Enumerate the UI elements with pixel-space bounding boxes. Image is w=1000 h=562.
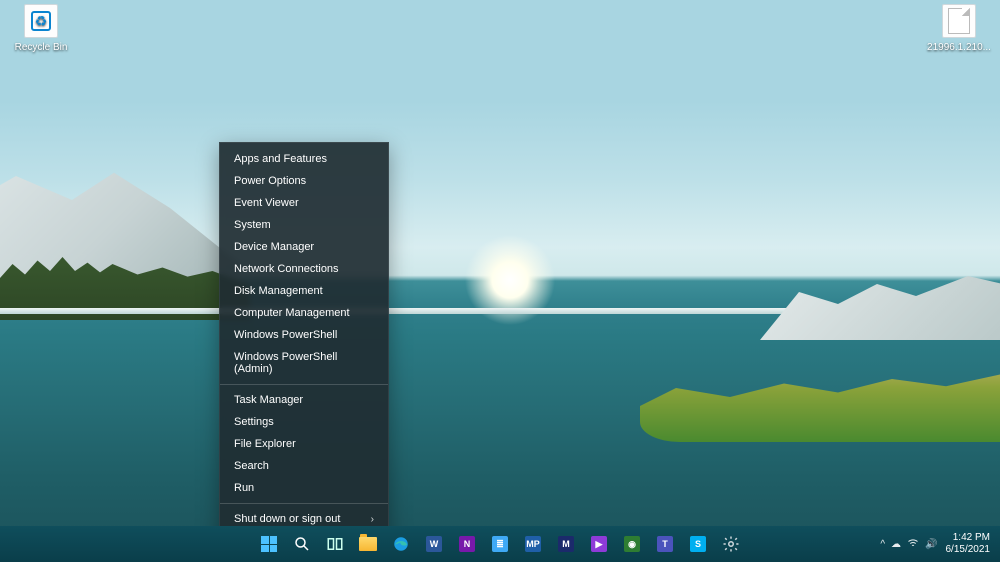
tray-chevron-icon[interactable]: ^ bbox=[880, 539, 885, 550]
winx-item-search[interactable]: Search bbox=[220, 455, 388, 477]
winx-item-file-explorer[interactable]: File Explorer bbox=[220, 433, 388, 455]
winx-item-device-manager[interactable]: Device Manager bbox=[220, 236, 388, 258]
winx-item-label: Disk Management bbox=[234, 285, 323, 297]
taskbar-word[interactable]: W bbox=[420, 530, 448, 558]
edge-icon bbox=[392, 535, 410, 553]
mp-app-icon: MP bbox=[525, 536, 541, 552]
menu-separator bbox=[220, 503, 388, 504]
globe-app-icon: ◉ bbox=[624, 536, 640, 552]
winx-item-label: Search bbox=[234, 460, 269, 472]
taskbar-clock[interactable]: 1:42 PM 6/15/2021 bbox=[946, 532, 995, 556]
taskbar-settings[interactable] bbox=[717, 530, 745, 558]
skype-icon: S bbox=[690, 536, 706, 552]
taskbar-globe-app[interactable]: ◉ bbox=[618, 530, 646, 558]
desktop-icon-label: Recycle Bin bbox=[4, 42, 78, 53]
winx-item-task-manager[interactable]: Task Manager bbox=[220, 389, 388, 411]
winx-item-settings[interactable]: Settings bbox=[220, 411, 388, 433]
taskbar-start[interactable] bbox=[255, 530, 283, 558]
winx-item-run[interactable]: Run bbox=[220, 477, 388, 499]
onenote-icon: N bbox=[459, 536, 475, 552]
taskbar-file-explorer[interactable] bbox=[354, 530, 382, 558]
winx-item-label: Network Connections bbox=[234, 263, 339, 275]
winx-item-power-options[interactable]: Power Options bbox=[220, 170, 388, 192]
notepad-icon: ≣ bbox=[492, 536, 508, 552]
winx-item-network-connections[interactable]: Network Connections bbox=[220, 258, 388, 280]
taskbar-edge[interactable] bbox=[387, 530, 415, 558]
task-view-icon bbox=[326, 535, 344, 553]
mixer-icon: M bbox=[558, 536, 574, 552]
clock-date: 6/15/2021 bbox=[946, 544, 991, 556]
clock-time: 1:42 PM bbox=[946, 532, 991, 544]
winx-context-menu: Apps and Features Power Options Event View… bbox=[219, 142, 389, 558]
winx-item-label: System bbox=[234, 219, 271, 231]
taskbar-media[interactable]: ▶ bbox=[585, 530, 613, 558]
recycle-bin-icon bbox=[24, 4, 58, 38]
winx-item-apps-and-features[interactable]: Apps and Features bbox=[220, 148, 388, 170]
winx-item-label: Task Manager bbox=[234, 394, 303, 406]
taskbar-onenote[interactable]: N bbox=[453, 530, 481, 558]
wallpaper-mountain-right bbox=[760, 260, 1000, 340]
taskbar-mp-app[interactable]: MP bbox=[519, 530, 547, 558]
desktop-icon-recycle-bin[interactable]: Recycle Bin bbox=[4, 4, 78, 53]
winx-item-label: Computer Management bbox=[234, 307, 350, 319]
media-icon: ▶ bbox=[591, 536, 607, 552]
winx-item-windows-powershell[interactable]: Windows PowerShell bbox=[220, 324, 388, 346]
winx-item-event-viewer[interactable]: Event Viewer bbox=[220, 192, 388, 214]
winx-item-label: Windows PowerShell bbox=[234, 329, 337, 341]
winx-item-disk-management[interactable]: Disk Management bbox=[220, 280, 388, 302]
network-icon[interactable] bbox=[907, 537, 919, 552]
system-tray: ^ ☁ 🔊 bbox=[880, 537, 937, 552]
desktop-icon-label: 21996.1.210... bbox=[922, 42, 996, 53]
folder-icon bbox=[359, 537, 377, 551]
winx-item-label: File Explorer bbox=[234, 438, 296, 450]
taskbar-mixer[interactable]: M bbox=[552, 530, 580, 558]
windows-logo-icon bbox=[261, 536, 277, 552]
winx-item-label: Settings bbox=[234, 416, 274, 428]
winx-item-windows-powershell-admin-[interactable]: Windows PowerShell (Admin) bbox=[220, 346, 388, 380]
taskbar-skype[interactable]: S bbox=[684, 530, 712, 558]
taskbar-right: ^ ☁ 🔊 1:42 PM 6/15/2021 bbox=[880, 532, 994, 556]
desktop-icon-file[interactable]: 21996.1.210... bbox=[922, 4, 996, 53]
winx-item-label: Device Manager bbox=[234, 241, 314, 253]
taskbar-search[interactable] bbox=[288, 530, 316, 558]
winx-item-label: Shut down or sign out bbox=[234, 513, 340, 525]
taskbar-center: W N ≣ MP M ▶ ◉ T S bbox=[255, 530, 745, 558]
search-icon bbox=[293, 535, 311, 553]
taskbar-task-view[interactable] bbox=[321, 530, 349, 558]
winx-item-label: Windows PowerShell (Admin) bbox=[234, 351, 374, 375]
taskbar-notepad[interactable]: ≣ bbox=[486, 530, 514, 558]
gear-icon bbox=[722, 535, 740, 553]
teams-icon: T bbox=[657, 536, 673, 552]
winx-item-computer-management[interactable]: Computer Management bbox=[220, 302, 388, 324]
file-icon bbox=[942, 4, 976, 38]
menu-separator bbox=[220, 384, 388, 385]
winx-item-system[interactable]: System bbox=[220, 214, 388, 236]
chevron-right-icon: › bbox=[371, 514, 374, 525]
desktop[interactable]: Recycle Bin 21996.1.210... Apps and Feat… bbox=[0, 0, 1000, 562]
volume-icon[interactable]: 🔊 bbox=[925, 539, 937, 550]
onedrive-icon[interactable]: ☁ bbox=[891, 539, 901, 550]
taskbar-teams[interactable]: T bbox=[651, 530, 679, 558]
winx-item-label: Apps and Features bbox=[234, 153, 327, 165]
winx-item-label: Power Options bbox=[234, 175, 306, 187]
word-icon: W bbox=[426, 536, 442, 552]
winx-item-label: Event Viewer bbox=[234, 197, 299, 209]
wallpaper-grass bbox=[640, 352, 1000, 442]
winx-item-label: Run bbox=[234, 482, 254, 494]
taskbar: W N ≣ MP M ▶ ◉ T S ^ ☁ 🔊 1:42 PM 6/15/2021 bbox=[0, 526, 1000, 562]
